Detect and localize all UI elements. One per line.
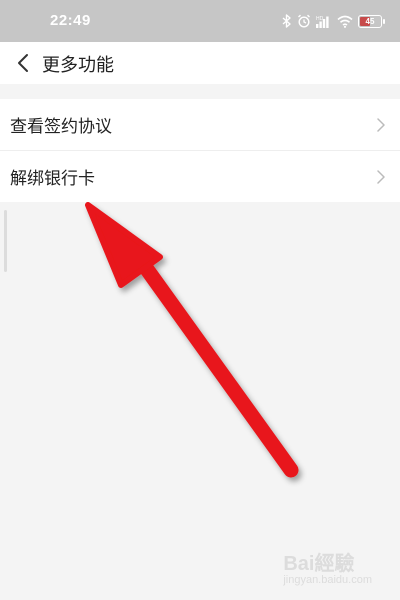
battery-icon: 45 bbox=[358, 14, 385, 28]
menu-item-unbind-card[interactable]: 解绑银行卡 bbox=[0, 150, 400, 202]
bluetooth-icon bbox=[282, 14, 292, 28]
chevron-right-icon bbox=[377, 117, 385, 132]
annotation-arrow bbox=[85, 202, 299, 478]
alarm-icon bbox=[297, 14, 311, 28]
svg-text:HD: HD bbox=[316, 16, 324, 22]
watermark-text: Bai經驗 bbox=[283, 553, 355, 575]
watermark-sub: jingyan.baidu.com bbox=[283, 574, 372, 586]
status-icons: HD 45 bbox=[282, 11, 385, 31]
signal-icon: HD bbox=[316, 15, 332, 28]
battery-text: 45 bbox=[365, 16, 375, 26]
wifi-icon bbox=[337, 15, 353, 28]
menu-list: 查看签约协议 解绑银行卡 bbox=[0, 99, 400, 202]
page-title: 更多功能 bbox=[42, 55, 114, 76]
menu-item-view-agreement[interactable]: 查看签约协议 bbox=[0, 99, 400, 150]
header: 更多功能 bbox=[0, 42, 400, 84]
back-button[interactable] bbox=[8, 48, 38, 78]
chevron-left-icon bbox=[18, 54, 28, 72]
menu-item-label: 查看签约协议 bbox=[10, 117, 112, 137]
chevron-right-icon bbox=[377, 169, 385, 184]
scroll-indicator bbox=[4, 210, 7, 272]
status-time: 22:49 bbox=[50, 12, 91, 29]
menu-item-label: 解绑银行卡 bbox=[10, 169, 95, 189]
watermark: Bai經驗 jingyan.baidu.com bbox=[283, 547, 372, 586]
status-bar: 22:49 HD 45 bbox=[0, 0, 400, 42]
